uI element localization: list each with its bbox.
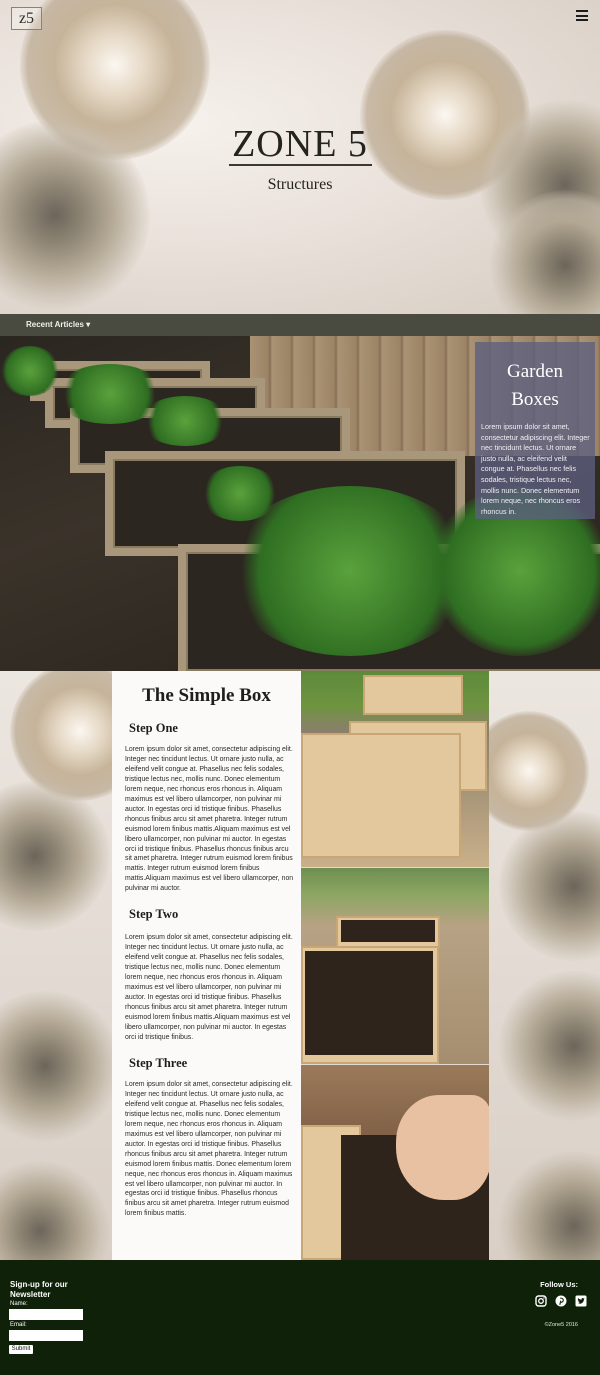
soil-fill bbox=[341, 920, 435, 942]
featured-card[interactable]: Garden Boxes Lorem ipsum dolor sit amet,… bbox=[475, 342, 595, 519]
soil-fill bbox=[305, 951, 433, 1055]
article-card: The Simple Box Step One Lorem ipsum dolo… bbox=[112, 671, 301, 1260]
wood-box bbox=[363, 675, 463, 715]
irrigation-photo bbox=[301, 1065, 489, 1260]
step-three-body: Lorem ipsum dolor sit amet, consectetur … bbox=[125, 1081, 293, 1218]
page-subtitle: Structures bbox=[267, 176, 333, 193]
name-field[interactable] bbox=[9, 1309, 83, 1320]
flower-image bbox=[499, 811, 600, 961]
step-one-title: Step One bbox=[129, 721, 178, 735]
flower-image bbox=[0, 991, 112, 1141]
wooden-boxes-photo bbox=[301, 671, 489, 867]
step-one-body: Lorem ipsum dolor sit amet, consectetur … bbox=[125, 746, 294, 893]
flower-image bbox=[499, 1151, 600, 1260]
hero-banner: z5 ZONE 5 Structures bbox=[0, 0, 600, 314]
hand-image bbox=[396, 1095, 489, 1200]
submit-button[interactable]: Submit bbox=[9, 1345, 33, 1354]
email-field[interactable] bbox=[9, 1330, 83, 1341]
article-title: The Simple Box bbox=[142, 685, 271, 706]
copyright-text: ©Zone5 2016 bbox=[544, 1322, 578, 1328]
wood-box bbox=[301, 733, 461, 858]
featured-body: Lorem ipsum dolor sit amet, consectetur … bbox=[481, 422, 590, 516]
nav-bar: Recent Articles ▾ bbox=[0, 314, 600, 336]
flower-image bbox=[0, 1161, 110, 1260]
hamburger-menu-icon[interactable] bbox=[576, 10, 588, 21]
twitter-icon[interactable] bbox=[575, 1295, 587, 1307]
flower-image bbox=[499, 971, 600, 1121]
soil-box-photo bbox=[301, 868, 489, 1064]
pinterest-icon[interactable] bbox=[555, 1295, 567, 1307]
step-three-title: Step Three bbox=[129, 1056, 188, 1070]
instagram-icon[interactable] bbox=[535, 1295, 547, 1307]
step-two-body: Lorem ipsum dolor sit amet, consectetur … bbox=[125, 934, 293, 1041]
recent-articles-dropdown[interactable]: Recent Articles ▾ bbox=[26, 320, 90, 329]
page-title: ZONE 5 bbox=[232, 123, 368, 165]
name-label: Name: bbox=[10, 1301, 28, 1307]
site-footer: Sign-up for our Newsletter Name: Email: … bbox=[0, 1260, 600, 1375]
title-divider bbox=[229, 164, 372, 166]
step-two-title: Step Two bbox=[129, 907, 179, 921]
plant-image bbox=[140, 396, 230, 446]
left-decor-column bbox=[0, 671, 112, 1260]
newsletter-title: Sign-up for our Newsletter bbox=[10, 1280, 68, 1299]
right-decor-column bbox=[489, 671, 600, 1260]
follow-us-label: Follow Us: bbox=[540, 1280, 578, 1289]
site-logo[interactable]: z5 bbox=[11, 7, 42, 30]
plant-image bbox=[0, 346, 60, 396]
flower-image bbox=[0, 781, 110, 931]
featured-title: Garden Boxes bbox=[507, 361, 563, 410]
email-label: Email: bbox=[10, 1322, 27, 1328]
